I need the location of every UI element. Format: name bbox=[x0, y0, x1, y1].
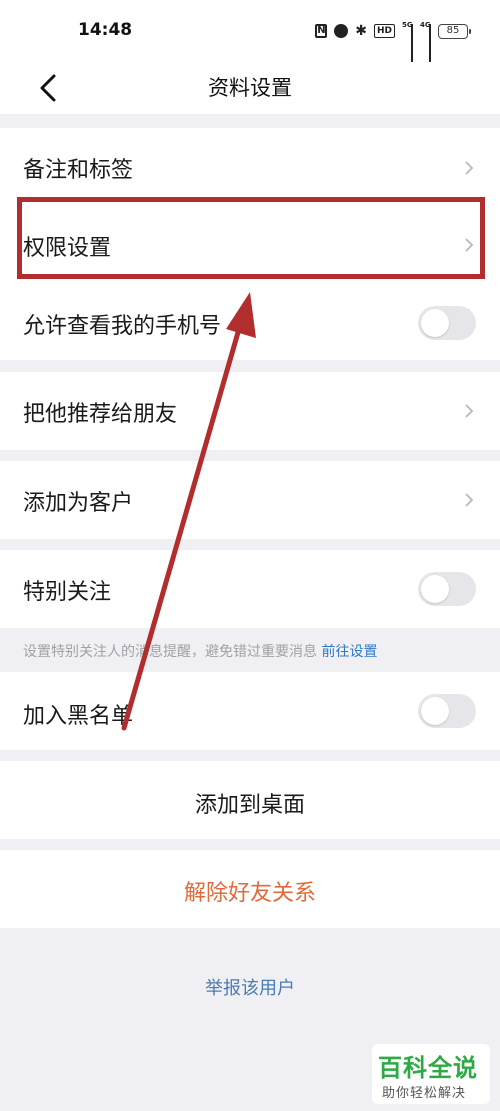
blacklist-toggle[interactable] bbox=[418, 694, 476, 728]
special-attention-hint: 设置特别关注人的消息提醒，避免错过重要消息 前往设置 bbox=[23, 641, 377, 661]
allow-view-phone-row: 允许查看我的手机号 bbox=[0, 282, 500, 360]
allow-view-phone-label: 允许查看我的手机号 bbox=[23, 314, 222, 339]
special-attention-toggle[interactable] bbox=[418, 572, 476, 606]
nav-bar: 资料设置 bbox=[0, 62, 500, 114]
remarks-tags-row[interactable]: 备注和标签 bbox=[0, 128, 500, 208]
chevron-right-icon bbox=[465, 161, 474, 175]
page-title: 资料设置 bbox=[208, 76, 292, 100]
signal-5g-label: 5G bbox=[402, 21, 413, 29]
remove-friend-row[interactable]: 解除好友关系 bbox=[0, 850, 500, 928]
add-as-customer-label: 添加为客户 bbox=[23, 491, 134, 516]
status-time: 14:48 bbox=[78, 20, 133, 40]
blacklist-row: 加入黑名单 bbox=[0, 672, 500, 750]
blacklist-label: 加入黑名单 bbox=[23, 704, 134, 729]
special-attention-row: 特别关注 bbox=[0, 550, 500, 628]
alarm-icon bbox=[334, 24, 349, 38]
allow-view-phone-toggle[interactable] bbox=[418, 306, 476, 340]
watermark-main-text: 百科全说 bbox=[378, 1054, 478, 1082]
toggle-knob bbox=[421, 697, 449, 725]
recommend-to-friend-label: 把他推荐给朋友 bbox=[23, 402, 178, 427]
bluetooth-icon: ✱ bbox=[355, 23, 367, 39]
signal-5g-icon: 5G bbox=[402, 21, 413, 62]
remove-friend-label: 解除好友关系 bbox=[183, 881, 316, 906]
add-to-desktop-label: 添加到桌面 bbox=[194, 793, 305, 818]
recommend-to-friend-row[interactable]: 把他推荐给朋友 bbox=[0, 372, 500, 450]
hint-text: 设置特别关注人的消息提醒，避免错过重要消息 bbox=[23, 644, 317, 660]
signal-4g-icon: 4G bbox=[420, 21, 431, 62]
add-to-desktop-row[interactable]: 添加到桌面 bbox=[0, 761, 500, 839]
watermark-sub-text: 助你轻松解决 bbox=[382, 1086, 467, 1101]
status-bar: 14:48 N ✱ HD 5G 4G 85 bbox=[0, 0, 500, 62]
add-as-customer-row[interactable]: 添加为客户 bbox=[0, 461, 500, 539]
special-attention-label: 特别关注 bbox=[23, 580, 112, 605]
hd-icon: HD bbox=[373, 24, 395, 38]
signal-4g-label: 4G bbox=[420, 21, 431, 29]
chevron-right-icon bbox=[465, 404, 474, 418]
status-icons: N ✱ HD 5G 4G 85 bbox=[315, 21, 471, 62]
watermark-logo: 百科全说 助你轻松解决 bbox=[372, 1044, 490, 1104]
chevron-right-icon bbox=[465, 493, 474, 507]
go-settings-link[interactable]: 前往设置 bbox=[321, 644, 377, 660]
report-user-link[interactable]: 举报该用户 bbox=[0, 974, 500, 1000]
nfc-icon: N bbox=[315, 24, 328, 38]
annotation-highlight-box bbox=[17, 197, 485, 279]
toggle-knob bbox=[421, 575, 449, 603]
toggle-knob bbox=[421, 309, 449, 337]
remarks-tags-label: 备注和标签 bbox=[23, 158, 134, 183]
battery-icon: 85 bbox=[438, 23, 471, 39]
